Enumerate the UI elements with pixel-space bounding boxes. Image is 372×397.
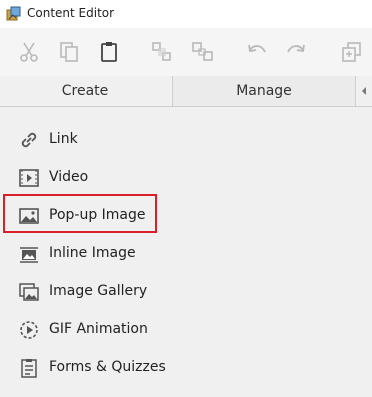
list-item-inline-image[interactable]: Inline Image: [0, 235, 372, 273]
tab-create[interactable]: Create: [0, 76, 170, 106]
tab-bar: Create Manage: [0, 76, 372, 107]
list-item-label: GIF Animation: [49, 321, 148, 337]
list-item-label: Inline Image: [49, 245, 136, 261]
list-item-label: Link: [49, 131, 78, 147]
list-item-image-gallery[interactable]: Image Gallery: [0, 273, 372, 311]
link-icon: [18, 130, 40, 150]
tab-scroll-left-button[interactable]: [356, 76, 372, 106]
video-icon: [18, 168, 40, 188]
scissors-icon: [20, 42, 38, 62]
duplicate-button[interactable]: [340, 40, 364, 64]
list-item-link[interactable]: Link: [0, 121, 372, 159]
list-item-forms-quizzes[interactable]: Forms & Quizzes: [0, 349, 372, 387]
list-item-gif-animation[interactable]: GIF Animation: [0, 311, 372, 349]
image-gallery-icon: [18, 282, 40, 302]
title-bar: Content Editor: [0, 0, 372, 28]
gif-animation-icon: [18, 320, 40, 340]
redo-button[interactable]: [284, 40, 308, 64]
undo-button[interactable]: [245, 40, 269, 64]
inline-image-icon: [18, 244, 40, 264]
tab-manage[interactable]: Manage: [172, 76, 356, 106]
selection-highlight-box: [3, 194, 157, 233]
window-title: Content Editor: [27, 6, 115, 20]
list-item-label: Image Gallery: [49, 283, 148, 299]
copy-icon: [60, 42, 78, 62]
forms-quizzes-icon: [18, 358, 40, 378]
paste-button[interactable]: [97, 40, 121, 64]
list-item-video[interactable]: Video: [0, 159, 372, 197]
ungroup-button[interactable]: [191, 40, 215, 64]
chevron-left-icon: [362, 87, 366, 95]
ungroup-icon: [192, 42, 213, 61]
redo-icon: [287, 44, 305, 53]
group-icon: [152, 42, 171, 61]
undo-icon: [248, 44, 266, 53]
toolbar: [0, 28, 372, 76]
copy-button[interactable]: [57, 40, 81, 64]
duplicate-icon: [342, 42, 361, 62]
create-panel: Link Video Pop-up Image Inline Image Ima…: [0, 107, 372, 397]
clipboard-icon: [101, 42, 117, 62]
list-item-label: Forms & Quizzes: [49, 359, 166, 375]
cut-button[interactable]: [17, 40, 41, 64]
list-item-label: Video: [49, 169, 89, 185]
content-editor-app-icon: [6, 6, 22, 22]
group-button[interactable]: [150, 40, 174, 64]
